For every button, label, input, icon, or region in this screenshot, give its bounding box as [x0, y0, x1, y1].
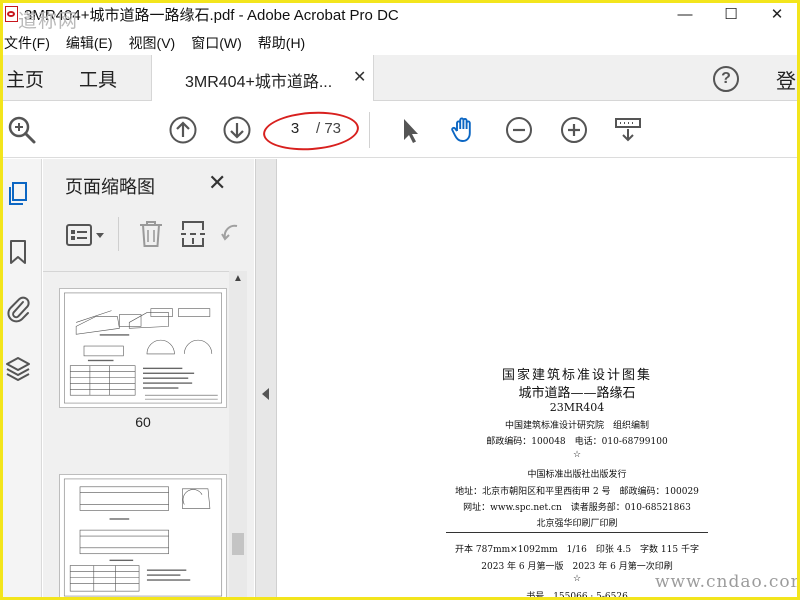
cover-printer: 北京强华印刷厂印刷 — [536, 519, 618, 529]
cover-postal: 邮政编码：100048 电话：010-68799100 — [486, 437, 668, 447]
layers-icon[interactable] — [4, 353, 32, 383]
page-thumbnail[interactable] — [59, 288, 227, 408]
maximize-button[interactable]: ☐ — [708, 0, 754, 28]
cover-publisher: 中国标准出版社出版发行 — [527, 470, 627, 480]
watermark-url: www.cndao.com — [655, 572, 800, 592]
cover-institute: 中国建筑标准设计研究院 组织编制 — [504, 421, 649, 431]
attachment-icon[interactable] — [4, 293, 32, 323]
document-tab-label: 3MR404+城市道路... — [185, 74, 333, 91]
page-up-icon[interactable] — [167, 114, 199, 146]
cover-title: 城市道路——路缘石 — [518, 386, 636, 401]
menu-help[interactable]: 帮助(H) — [251, 33, 314, 53]
thumbnail-list: 60 — [43, 271, 238, 600]
select-arrow-icon[interactable] — [394, 114, 426, 146]
scroll-mode-icon[interactable] — [612, 114, 644, 146]
hand-icon[interactable] — [448, 114, 480, 146]
menu-view[interactable]: 视图(V) — [122, 33, 185, 53]
tab-bar: 主页 工具 3MR404+城市道路... ✕ ? 登 — [0, 55, 800, 101]
tab-tools[interactable]: 工具 — [79, 65, 117, 92]
help-icon[interactable]: ? — [713, 66, 739, 92]
close-tab-button[interactable]: ✕ — [353, 67, 366, 87]
watermark-logo: 道称网 — [18, 10, 79, 32]
window-title: 3MR404+城市道路一路缘石.pdf - Adobe Acrobat Pro … — [24, 6, 399, 24]
cover-format: 开本 787mm×1092mm 1/16 印张 4.5 字数 115 千字 — [455, 545, 699, 555]
thumbnail-toolbar — [43, 207, 254, 267]
cover-website: 网址：www.spc.net.cn 读者服务部：010-68521863 — [463, 503, 691, 513]
rotate-page-icon[interactable] — [219, 221, 241, 249]
page-thumbnail[interactable] — [59, 474, 227, 600]
panel-collapse-strip[interactable] — [255, 159, 277, 600]
close-window-button[interactable]: ✕ — [754, 0, 800, 28]
tools-divider — [118, 217, 119, 251]
scroll-up-icon[interactable]: ▲ — [229, 273, 247, 287]
zoom-out-icon[interactable] — [503, 114, 535, 146]
thumbnail-options-icon[interactable] — [65, 223, 107, 247]
cover-edition: 2023 年 6 月第一版 2023 年 6 月第一次印刷 — [481, 562, 673, 572]
sign-in-button[interactable]: 登 — [776, 65, 796, 94]
delete-page-icon[interactable] — [138, 219, 164, 249]
insert-page-icon[interactable] — [179, 219, 207, 249]
main-toolbar: 3 / 73 — [0, 102, 800, 158]
tab-document[interactable]: 3MR404+城市道路... ✕ — [151, 55, 374, 101]
title-bar: 3MR404+城市道路一路缘石.pdf - Adobe Acrobat Pro … — [0, 0, 800, 28]
cover-divider — [446, 532, 708, 533]
panel-title: 页面缩略图 — [65, 177, 155, 197]
thumbnail-page-label: 60 — [135, 414, 151, 430]
page-thumbnails-panel: 页面缩略图 ✕ 60 ▲ — [43, 159, 254, 600]
menu-edit[interactable]: 编辑(E) — [59, 33, 122, 53]
cover-star: ☆ — [572, 450, 582, 460]
cover-code: 23MR404 — [549, 401, 605, 414]
thumbnail-scrollbar[interactable]: ▲ — [229, 271, 247, 600]
zoom-in-icon[interactable] — [558, 114, 590, 146]
page-down-icon[interactable] — [221, 114, 253, 146]
window-controls: — ☐ ✕ — [662, 0, 800, 28]
toolbar-divider — [369, 112, 370, 148]
page-thumbnails-icon[interactable] — [4, 179, 32, 209]
minimize-button[interactable]: — — [662, 0, 708, 28]
bookmark-icon[interactable] — [4, 237, 32, 267]
scrollbar-thumb[interactable] — [232, 533, 244, 555]
document-view[interactable]: 国家建筑标准设计图集 城市道路——路缘石 23MR404 中国建筑标准设计研究院… — [278, 159, 797, 600]
menu-bar: 文件(F) 编辑(E) 视图(V) 窗口(W) 帮助(H) — [0, 32, 800, 54]
close-panel-button[interactable]: ✕ — [208, 170, 226, 196]
cover-series: 国家建筑标准设计图集 — [501, 368, 652, 383]
menu-window[interactable]: 窗口(W) — [184, 33, 251, 53]
collapse-left-icon[interactable] — [262, 388, 269, 400]
navigation-rail — [0, 159, 42, 600]
tab-home[interactable]: 主页 — [6, 65, 44, 92]
menu-file[interactable]: 文件(F) — [0, 33, 59, 53]
cover-address: 地址：北京市朝阳区和平里西街甲 2 号 邮政编码：100029 — [455, 487, 699, 497]
zoom-search-icon[interactable] — [6, 114, 38, 146]
